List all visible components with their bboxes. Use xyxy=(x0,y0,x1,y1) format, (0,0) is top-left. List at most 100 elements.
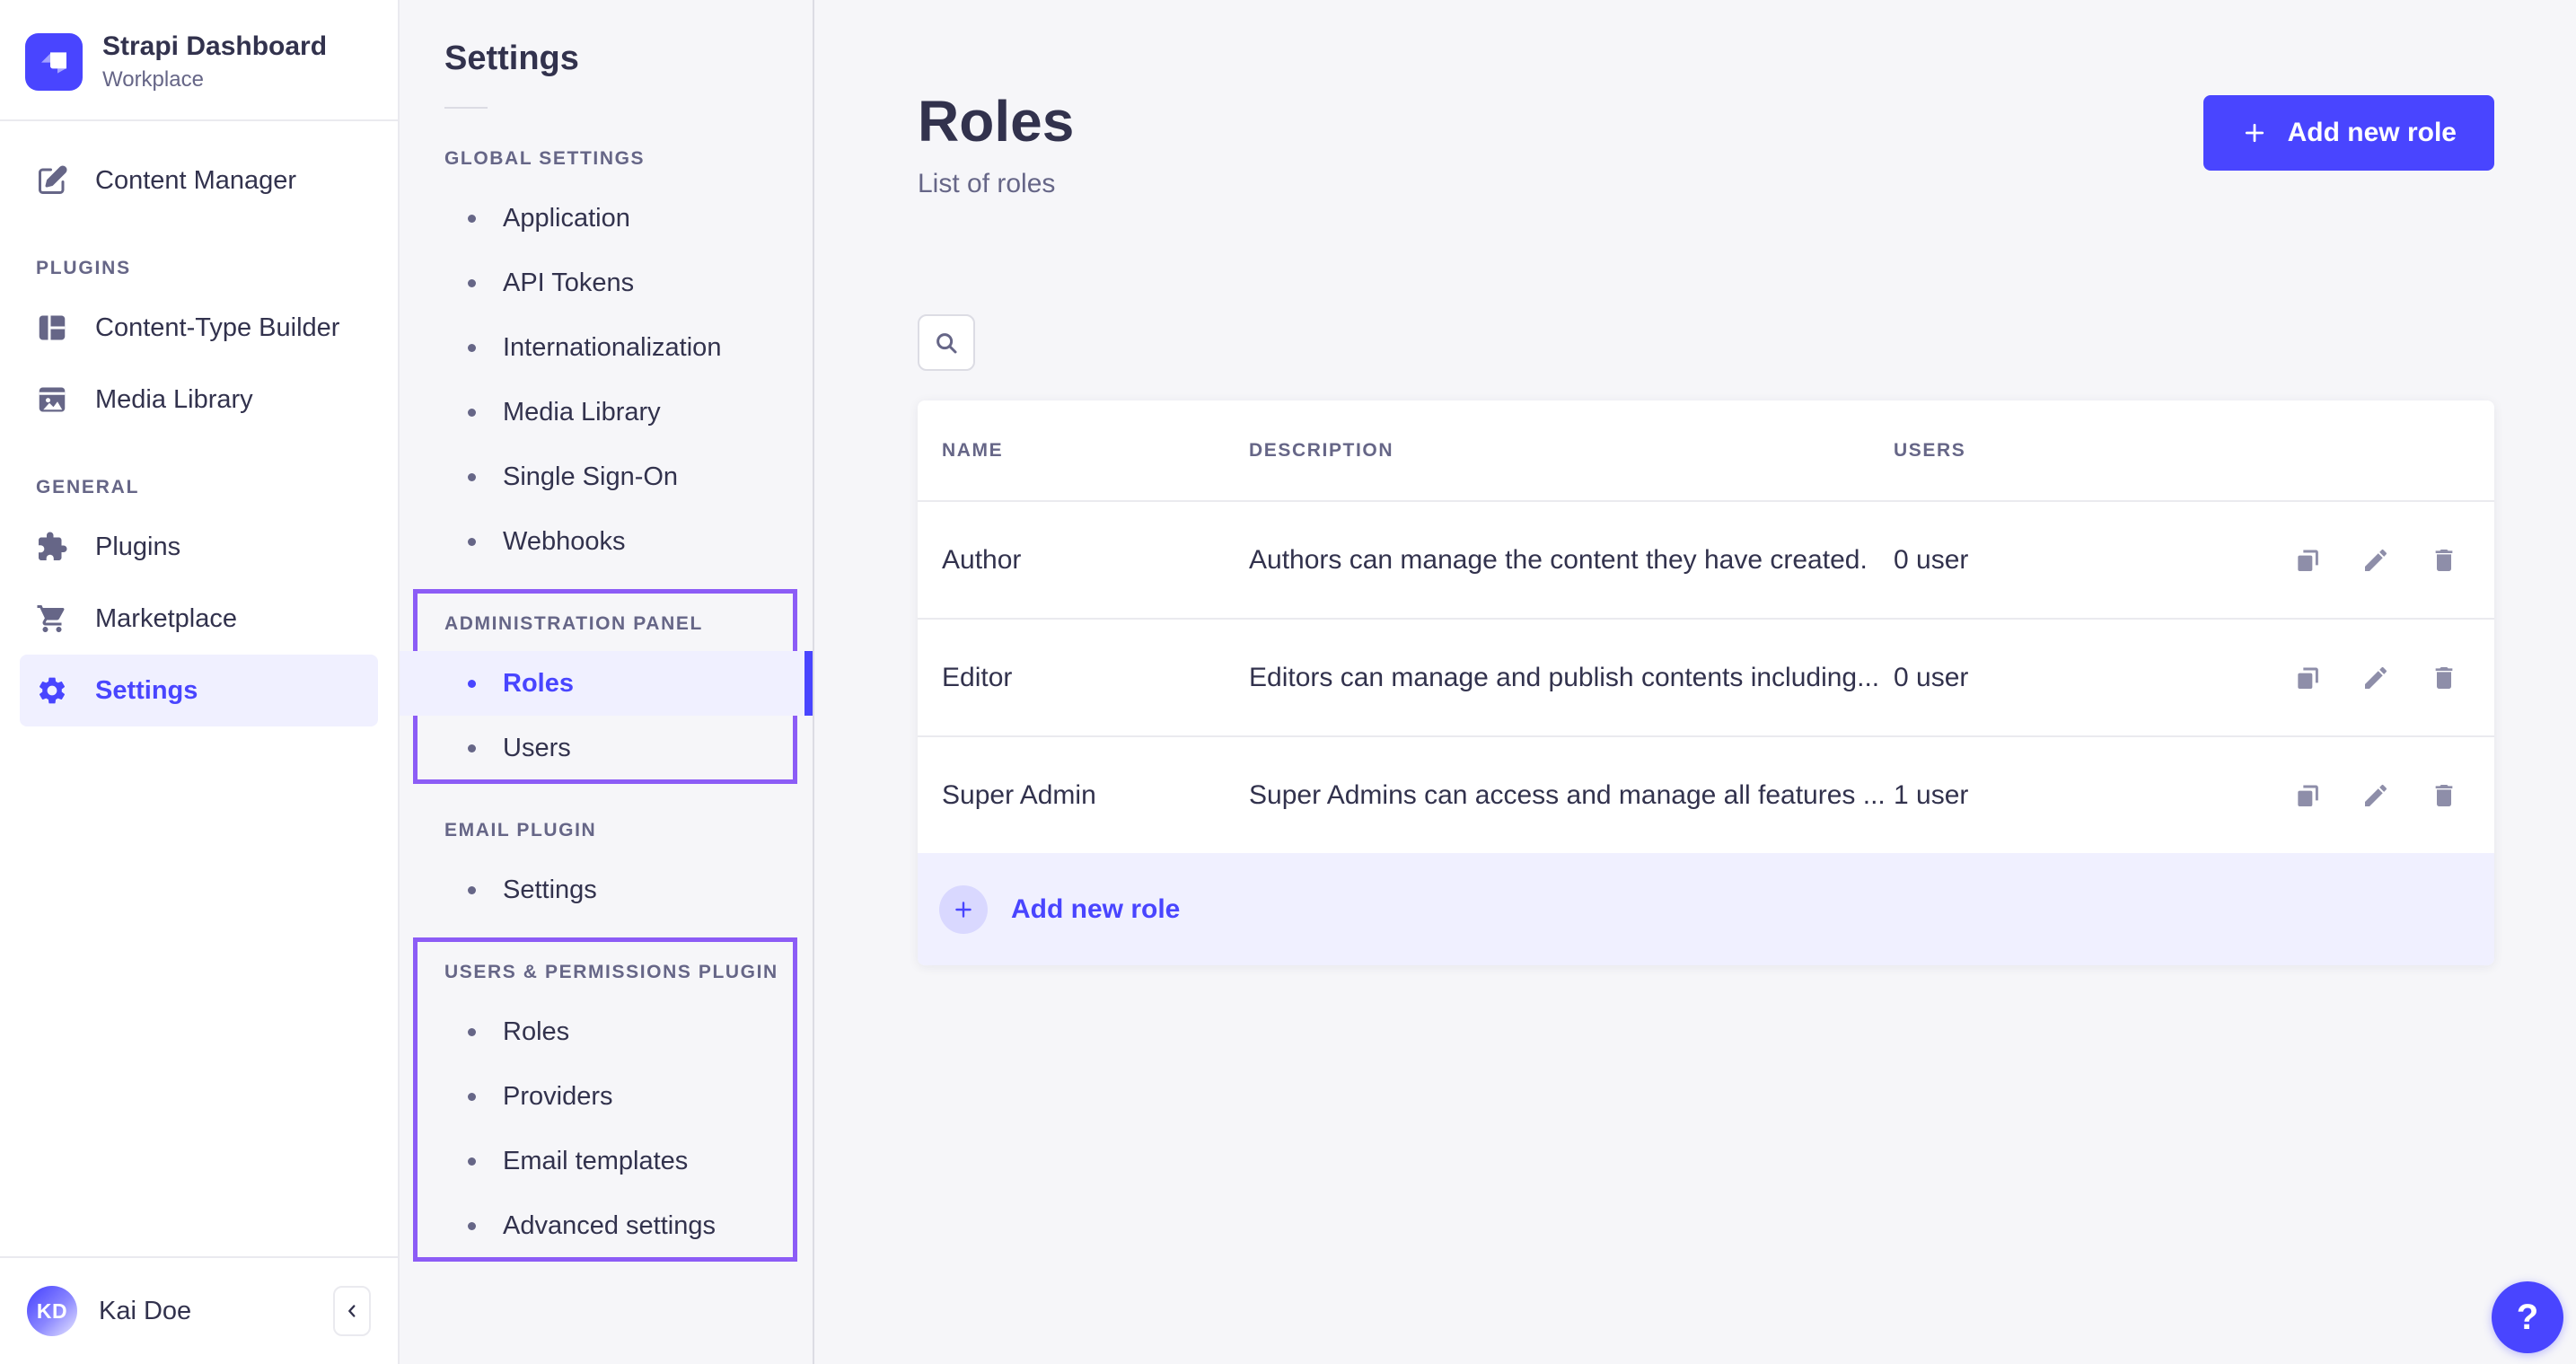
column-header-description: DESCRIPTION xyxy=(1249,440,1894,462)
workspace-text: Strapi Dashboard Workplace xyxy=(102,31,327,92)
sidebar-footer: KD Kai Doe xyxy=(0,1256,398,1364)
subnav-item-up-roles[interactable]: Roles xyxy=(400,999,813,1064)
cart-icon xyxy=(36,603,68,635)
sidebar-item-media-library[interactable]: Media Library xyxy=(20,364,378,436)
subnav-item-admin-roles[interactable]: Roles xyxy=(400,651,813,716)
subnav-item-admin-users[interactable]: Users xyxy=(400,716,813,780)
subnav-title: Settings xyxy=(444,40,813,78)
pencil-icon xyxy=(2361,781,2390,810)
edit-role-button[interactable] xyxy=(2361,781,2390,810)
help-button[interactable]: ? xyxy=(2492,1281,2563,1353)
table-add-new-role-button[interactable]: Add new role xyxy=(918,853,2494,965)
subnav-item-label: Internationalization xyxy=(503,333,721,363)
workspace-subtitle: Workplace xyxy=(102,67,327,92)
page-header: Roles List of roles Add new role xyxy=(918,0,2494,199)
subnav-item-email-settings[interactable]: Settings xyxy=(400,858,813,922)
table-row[interactable]: Editor Editors can manage and publish co… xyxy=(918,618,2494,735)
pencil-icon xyxy=(2361,664,2390,692)
page-title: Roles xyxy=(918,88,1074,154)
row-actions xyxy=(2198,664,2458,692)
page-subtitle: List of roles xyxy=(918,169,1074,199)
subnav-item-media-library[interactable]: Media Library xyxy=(400,380,813,444)
sidebar-item-plugins[interactable]: Plugins xyxy=(20,511,378,583)
group-label: EMAIL PLUGIN xyxy=(444,820,813,841)
layout-icon xyxy=(36,312,68,344)
sidebar-item-marketplace[interactable]: Marketplace xyxy=(20,583,378,655)
gear-icon xyxy=(36,674,68,707)
main-content: Roles List of roles Add new role NAME DE… xyxy=(814,0,2576,1364)
copy-icon xyxy=(2293,546,2322,575)
table-header-row: NAME DESCRIPTION USERS xyxy=(918,400,2494,500)
role-users-count: 0 user xyxy=(1894,663,2198,693)
collapse-sidebar-button[interactable] xyxy=(333,1286,371,1336)
add-new-role-button[interactable]: Add new role xyxy=(2203,95,2494,171)
subnav-item-single-sign-on[interactable]: Single Sign-On xyxy=(400,444,813,509)
group-email-plugin: EMAIL PLUGIN Settings xyxy=(400,780,813,922)
role-description: Editors can manage and publish contents … xyxy=(1249,663,1894,693)
role-description: Super Admins can access and manage all f… xyxy=(1249,780,1894,811)
group-label: GLOBAL SETTINGS xyxy=(444,148,813,170)
bullet-icon xyxy=(468,279,476,287)
plus-icon xyxy=(2241,119,2268,146)
delete-role-button[interactable] xyxy=(2430,546,2458,575)
role-name: Editor xyxy=(942,663,1249,693)
main-sidebar: Strapi Dashboard Workplace Content Manag… xyxy=(0,0,400,1364)
subnav-item-webhooks[interactable]: Webhooks xyxy=(400,509,813,574)
bullet-icon xyxy=(468,886,476,894)
search-button[interactable] xyxy=(918,314,975,371)
subnav-item-up-advanced-settings[interactable]: Advanced settings xyxy=(400,1193,813,1258)
bullet-icon xyxy=(468,538,476,546)
edit-role-button[interactable] xyxy=(2361,664,2390,692)
roles-table-card: NAME DESCRIPTION USERS Author Authors ca… xyxy=(918,400,2494,965)
sidebar-item-label: Content Manager xyxy=(95,166,296,196)
workspace-title: Strapi Dashboard xyxy=(102,31,327,63)
avatar[interactable]: KD xyxy=(27,1286,77,1336)
role-name: Super Admin xyxy=(942,780,1249,811)
plus-circle xyxy=(939,885,988,934)
table-add-new-role-label: Add new role xyxy=(1011,894,1180,925)
bullet-icon xyxy=(468,1028,476,1036)
subnav-item-internationalization[interactable]: Internationalization xyxy=(400,315,813,380)
delete-role-button[interactable] xyxy=(2430,781,2458,810)
duplicate-role-button[interactable] xyxy=(2293,781,2322,810)
settings-subnav: Settings GLOBAL SETTINGS Application API… xyxy=(400,0,814,1364)
duplicate-role-button[interactable] xyxy=(2293,546,2322,575)
page-title-block: Roles List of roles xyxy=(918,88,1074,199)
user-name: Kai Doe xyxy=(99,1297,191,1326)
group-label: USERS & PERMISSIONS PLUGIN xyxy=(444,962,813,983)
sidebar-section-plugins: PLUGINS xyxy=(36,258,378,279)
group-global-settings: GLOBAL SETTINGS Application API Tokens I… xyxy=(400,109,813,574)
role-users-count: 0 user xyxy=(1894,545,2198,576)
table-row[interactable]: Super Admin Super Admins can access and … xyxy=(918,735,2494,853)
subnav-item-label: API Tokens xyxy=(503,268,634,298)
duplicate-role-button[interactable] xyxy=(2293,664,2322,692)
row-actions xyxy=(2198,781,2458,810)
subnav-item-label: Media Library xyxy=(503,398,661,427)
copy-icon xyxy=(2293,664,2322,692)
bullet-icon xyxy=(468,1093,476,1101)
subnav-item-up-email-templates[interactable]: Email templates xyxy=(400,1129,813,1193)
bullet-icon xyxy=(468,409,476,417)
trash-icon xyxy=(2430,781,2458,810)
bullet-icon xyxy=(468,744,476,752)
plus-icon xyxy=(952,898,975,921)
delete-role-button[interactable] xyxy=(2430,664,2458,692)
subnav-item-label: Roles xyxy=(503,669,574,699)
column-header-name: NAME xyxy=(942,440,1249,462)
role-description: Authors can manage the content they have… xyxy=(1249,545,1894,576)
sidebar-section-general: GENERAL xyxy=(36,477,378,498)
edit-role-button[interactable] xyxy=(2361,546,2390,575)
sidebar-item-content-manager[interactable]: Content Manager xyxy=(20,145,378,216)
pencil-icon xyxy=(2361,546,2390,575)
trash-icon xyxy=(2430,664,2458,692)
group-administration-panel: ADMINISTRATION PANEL Roles Users xyxy=(400,574,813,780)
workspace-brand[interactable]: Strapi Dashboard Workplace xyxy=(0,0,398,119)
subnav-item-api-tokens[interactable]: API Tokens xyxy=(400,251,813,315)
table-row[interactable]: Author Authors can manage the content th… xyxy=(918,500,2494,618)
subnav-item-up-providers[interactable]: Providers xyxy=(400,1064,813,1129)
sidebar-item-settings[interactable]: Settings xyxy=(20,655,378,726)
pen-square-icon xyxy=(36,164,68,197)
subnav-item-application[interactable]: Application xyxy=(400,186,813,251)
sidebar-item-content-type-builder[interactable]: Content-Type Builder xyxy=(20,292,378,364)
sidebar-nav: Content Manager PLUGINS Content-Type Bui… xyxy=(0,121,398,726)
